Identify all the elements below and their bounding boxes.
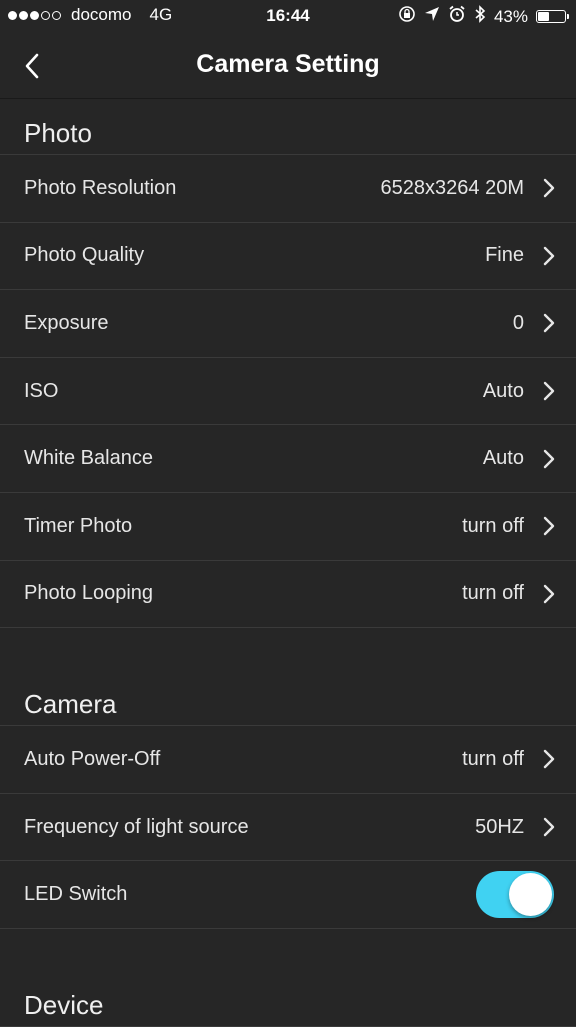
row-label: Photo Resolution: [24, 176, 177, 199]
settings-list: Photo Photo Resolution 6528x3264 20M Pho…: [0, 99, 576, 1027]
chevron-right-icon: [542, 245, 556, 267]
nav-bar: Camera Setting: [0, 34, 576, 99]
row-led-switch: LED Switch: [0, 861, 576, 929]
row-value: turn off: [462, 514, 524, 537]
chevron-right-icon: [542, 448, 556, 470]
row-label: Frequency of light source: [24, 815, 249, 838]
row-label: Photo Quality: [24, 244, 145, 267]
section-header-photo: Photo: [0, 99, 576, 155]
row-value: turn off: [462, 582, 524, 605]
row-exposure[interactable]: Exposure 0: [0, 290, 576, 358]
chevron-right-icon: [542, 583, 556, 605]
row-label: Timer Photo: [24, 514, 133, 537]
row-value: 6528x3264 20M: [380, 176, 524, 199]
row-photo-resolution[interactable]: Photo Resolution 6528x3264 20M: [0, 155, 576, 223]
row-photo-looping[interactable]: Photo Looping turn off: [0, 561, 576, 629]
row-label: ISO: [24, 379, 59, 402]
battery-percent: 43%: [493, 6, 528, 26]
chevron-right-icon: [542, 380, 556, 402]
status-bar: docomo 4G 16:44 43%: [0, 0, 576, 34]
alarm-icon: [448, 5, 466, 28]
row-label: White Balance: [24, 447, 153, 470]
row-value: Fine: [485, 244, 524, 267]
row-white-balance[interactable]: White Balance Auto: [0, 425, 576, 493]
row-label: LED Switch: [24, 883, 128, 906]
section-header-device: Device: [0, 971, 576, 1027]
location-icon: [424, 6, 440, 27]
row-label: Auto Power-Off: [24, 747, 161, 770]
led-toggle-switch[interactable]: [476, 871, 554, 919]
section-header-camera: Camera: [0, 670, 576, 727]
page-title: Camera Setting: [196, 50, 380, 78]
row-value: 0: [512, 311, 524, 334]
battery-icon: [536, 10, 569, 23]
row-auto-power-off[interactable]: Auto Power-Off turn off: [0, 726, 576, 794]
chevron-right-icon: [542, 748, 556, 770]
row-value: 50HZ: [475, 815, 524, 838]
toggle-knob: [509, 873, 552, 917]
chevron-right-icon: [542, 312, 556, 334]
rotation-lock-icon: [398, 5, 416, 28]
row-value: Auto: [482, 379, 524, 402]
chevron-right-icon: [542, 816, 556, 838]
row-light-frequency[interactable]: Frequency of light source 50HZ: [0, 794, 576, 862]
row-iso[interactable]: ISO Auto: [0, 358, 576, 426]
row-value: turn off: [462, 747, 524, 770]
row-timer-photo[interactable]: Timer Photo turn off: [0, 493, 576, 561]
status-right: 43%: [398, 5, 569, 28]
chevron-right-icon: [542, 177, 556, 199]
row-label: Photo Looping: [24, 582, 154, 605]
bluetooth-icon: [474, 5, 486, 28]
row-value: Auto: [482, 447, 524, 470]
chevron-right-icon: [542, 515, 556, 537]
row-photo-quality[interactable]: Photo Quality Fine: [0, 223, 576, 291]
row-label: Exposure: [24, 311, 109, 334]
